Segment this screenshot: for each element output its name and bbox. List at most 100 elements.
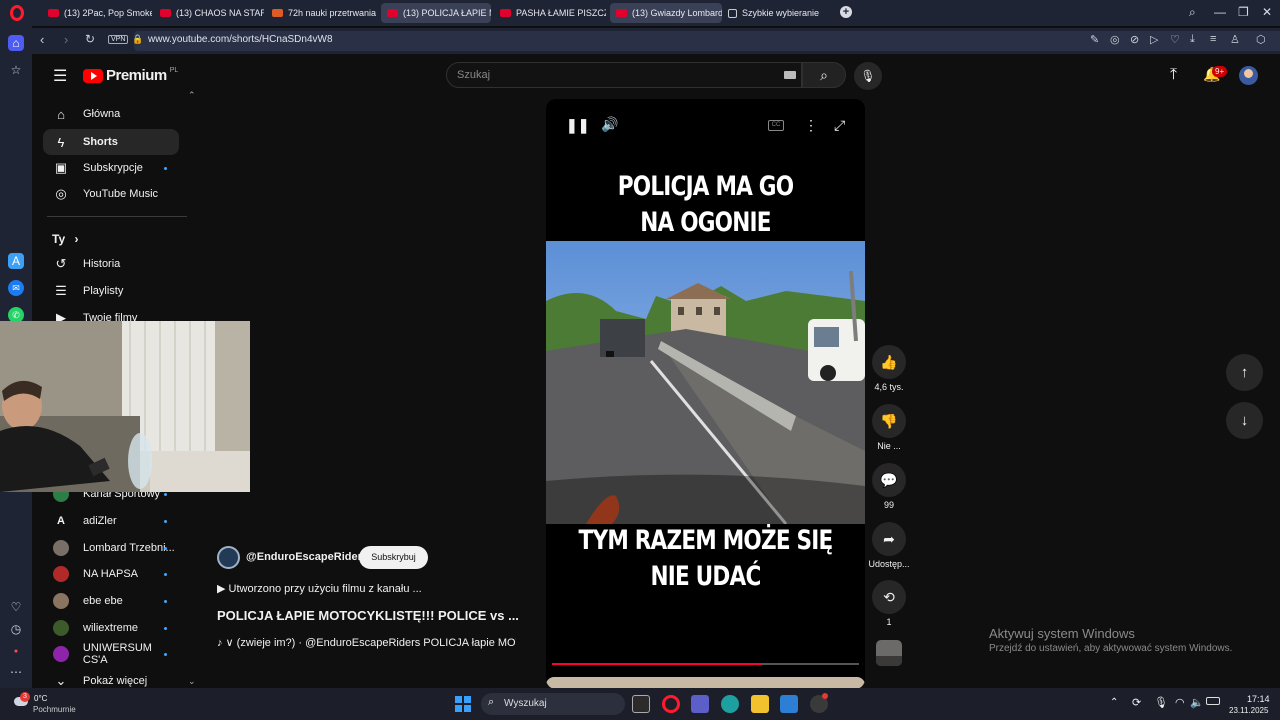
- scroll-down-icon[interactable]: ⌄: [188, 676, 196, 687]
- taskbar-search[interactable]: ⌕ Wyszukaj: [481, 693, 625, 715]
- forward-icon[interactable]: ›: [64, 32, 68, 47]
- sidebar-item-history[interactable]: ↺ Historia: [43, 251, 179, 277]
- wifi-icon[interactable]: ◠: [1175, 696, 1185, 709]
- sidebar-channel[interactable]: UNIWERSUM CS'A: [43, 641, 179, 667]
- back-icon[interactable]: ‹: [40, 32, 44, 47]
- speaker-icon[interactable]: 🔈: [1190, 696, 1204, 709]
- tab-search-icon[interactable]: ⌕: [1189, 5, 1196, 20]
- remix-button[interactable]: ⟲: [872, 580, 906, 614]
- tab-1[interactable]: (13) 2Pac, Pop Smoke - W: [42, 3, 152, 23]
- file-explorer-icon[interactable]: [751, 695, 769, 713]
- new-content-dot: [164, 520, 167, 523]
- weather-widget[interactable]: 3 0°C Pochmurnie: [12, 692, 92, 716]
- opera-logo[interactable]: [10, 5, 24, 21]
- sidebar-channel[interactable]: wiliextreme: [43, 615, 179, 641]
- search-input[interactable]: Szukaj: [446, 62, 802, 88]
- dislike-button[interactable]: 👎: [872, 404, 906, 438]
- menu-icon[interactable]: ≡: [1210, 33, 1216, 45]
- comments-button[interactable]: 💬: [872, 463, 906, 497]
- lock-icon[interactable]: 🔒: [132, 34, 143, 45]
- vpn-badge[interactable]: VPN: [108, 35, 129, 44]
- messenger-icon[interactable]: ✉: [8, 280, 24, 296]
- download-icon[interactable]: ⤓: [1190, 33, 1195, 46]
- minimize-icon[interactable]: —: [1214, 5, 1226, 19]
- volume-icon[interactable]: 🔊: [601, 116, 618, 133]
- clock-icon[interactable]: ◷: [8, 621, 24, 637]
- hamburger-icon[interactable]: ☰: [53, 66, 67, 86]
- sidebar-item-shorts[interactable]: ϟ Shorts: [43, 129, 179, 155]
- remix-note[interactable]: ▶ Utworzono przy użyciu filmu z kanału .…: [217, 582, 422, 595]
- adblock-icon[interactable]: ●: [8, 644, 24, 660]
- sidebar-channel[interactable]: NA HAPSA: [43, 561, 179, 587]
- voice-search-button[interactable]: 🎙: [854, 62, 882, 90]
- close-window-icon[interactable]: ✕: [1262, 5, 1272, 19]
- channel-avatar[interactable]: [217, 546, 240, 569]
- extension-icon[interactable]: ⬡: [1256, 33, 1266, 46]
- reload-icon[interactable]: ↻: [85, 32, 95, 46]
- aria-icon[interactable]: A: [8, 253, 24, 269]
- sidebar-item-music[interactable]: ◎ YouTube Music: [43, 181, 179, 207]
- tab-5[interactable]: PASHA ŁAMIE PISZCZEL!: [494, 3, 606, 23]
- tab-2[interactable]: (13) CHAOS NA STARCIE,: [154, 3, 264, 23]
- new-content-dot: [164, 573, 167, 576]
- sidebar-item-subscriptions[interactable]: ▣ Subskrypcje: [43, 155, 179, 181]
- next-short-button[interactable]: ↓: [1226, 402, 1263, 439]
- subscribe-button[interactable]: Subskrybuj: [359, 546, 428, 569]
- tab-7[interactable]: Szybkie wybieranie: [722, 3, 834, 23]
- tray-chevron-icon[interactable]: ⌃: [1110, 697, 1118, 708]
- battery-icon[interactable]: [1206, 697, 1220, 705]
- mic-icon[interactable]: 🎙: [1154, 696, 1168, 709]
- store-icon[interactable]: [780, 695, 798, 713]
- more-icon[interactable]: ⋯: [8, 664, 24, 680]
- previous-short-button[interactable]: ↑: [1226, 354, 1263, 391]
- more-options-icon[interactable]: ⋮: [804, 117, 818, 134]
- profile-icon[interactable]: ♙: [1230, 33, 1240, 46]
- camera-icon[interactable]: ◎: [1110, 33, 1120, 46]
- tab-6[interactable]: (13) Gwiazdy Lombard✕: [610, 3, 722, 23]
- share-button[interactable]: ➦: [872, 522, 906, 556]
- progress-track[interactable]: [552, 663, 859, 665]
- tab-3[interactable]: 72h nauki przetrwania - o: [266, 3, 378, 23]
- upload-icon[interactable]: ⤒: [1170, 66, 1177, 84]
- sidebar-channel[interactable]: Lombard Trzebni...: [43, 535, 179, 561]
- youtube-logo[interactable]: Premium PL: [83, 67, 178, 84]
- like-button[interactable]: 👍: [872, 345, 906, 379]
- captions-icon[interactable]: CC: [768, 120, 784, 131]
- clock-time[interactable]: 17:14: [1247, 694, 1270, 704]
- tab-4[interactable]: (13) POLICJA ŁAPIE M: [381, 3, 491, 23]
- pause-icon[interactable]: ❚❚: [566, 117, 589, 134]
- chevron-right-icon: ›: [74, 232, 79, 246]
- sidebar-item-playlists[interactable]: ☰ Playlisty: [43, 278, 179, 304]
- shorts-player[interactable]: ❚❚ 🔊 CC ⋮ ⤢ POLICJA MA GO NA OGONIE TYM …: [546, 99, 865, 689]
- scroll-up-icon[interactable]: ⌃: [188, 90, 196, 101]
- short-title[interactable]: POLICJA ŁAPIE MOTOCYKLISTĘ!!! POLICE vs …: [217, 608, 519, 623]
- home-icon[interactable]: ⌂: [8, 35, 24, 51]
- fullscreen-icon[interactable]: ⤢: [834, 117, 845, 134]
- bookmarks-icon[interactable]: ☆: [8, 62, 24, 78]
- play-icon[interactable]: ▷: [1150, 33, 1158, 46]
- sidebar-channel[interactable]: AadiZler: [43, 508, 179, 534]
- sound-thumbnail[interactable]: [876, 640, 902, 666]
- url-text[interactable]: www.youtube.com/shorts/HCnaSDn4vW8: [148, 34, 333, 45]
- avatar[interactable]: [1239, 66, 1258, 85]
- keyboard-icon[interactable]: [784, 71, 796, 79]
- new-tab-button[interactable]: +: [840, 6, 852, 18]
- start-button[interactable]: [455, 696, 471, 712]
- heart-icon[interactable]: ♡: [8, 599, 24, 615]
- edge-icon[interactable]: [721, 695, 739, 713]
- shield-icon[interactable]: ⊘: [1130, 33, 1139, 46]
- edit-icon[interactable]: ✎: [1090, 33, 1099, 46]
- sidebar-you-heading[interactable]: Ty ›: [52, 232, 78, 246]
- channel-name[interactable]: @EnduroEscapeRiders: [246, 551, 368, 563]
- sync-icon[interactable]: ⟳: [1132, 696, 1141, 709]
- search-button[interactable]: ⌕: [802, 62, 846, 88]
- sidebar-channel[interactable]: ebe ebe: [43, 588, 179, 614]
- heart-icon[interactable]: ♡: [1170, 33, 1180, 46]
- teams-icon[interactable]: [691, 695, 709, 713]
- task-view-icon[interactable]: [632, 695, 650, 713]
- sidebar-item-home[interactable]: ⌂ Główna: [43, 101, 179, 127]
- maximize-icon[interactable]: ❐: [1238, 5, 1249, 19]
- clock-date[interactable]: 23.11.2025: [1229, 706, 1268, 715]
- opera-taskbar-icon[interactable]: [662, 695, 680, 713]
- audio-line[interactable]: ♪ ∨ (zwieje im?) · @EnduroEscapeRiders P…: [217, 636, 516, 649]
